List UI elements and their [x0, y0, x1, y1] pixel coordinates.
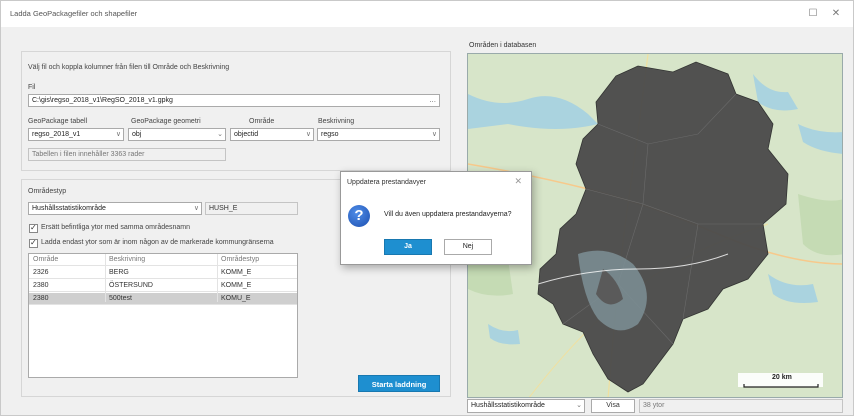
chevron-down-icon: ⌄ — [217, 131, 223, 138]
cell-omrade: 2326 — [33, 269, 49, 276]
column-divider — [105, 254, 106, 302]
header-beskrivning[interactable]: Beskrivning — [109, 256, 145, 263]
beskrivning-value: regso — [321, 131, 339, 138]
chevron-down-icon: ⌄ — [576, 402, 582, 409]
cell-omradestyp: KOMM_E — [221, 269, 252, 276]
window-title: Ladda GeoPackagefiler och shapefiler — [10, 9, 138, 18]
map-area-type-select[interactable]: Hushållsstatistikområde ⌄ — [467, 399, 585, 413]
chevron-down-icon: ∨ — [305, 131, 311, 138]
beskrivning-label: Beskrivning — [318, 118, 355, 125]
cell-omrade: 2380 — [33, 295, 49, 302]
replace-checkbox[interactable] — [29, 223, 38, 233]
omradestyp-code-text: HUSH_E — [209, 205, 238, 212]
omrade-label: Område — [249, 118, 275, 125]
replace-label: Ersätt befintliga ytor med samma områdes… — [41, 224, 191, 231]
browse-button[interactable]: ... — [429, 95, 436, 104]
cell-beskrivning: BERG — [109, 269, 129, 276]
chevron-down-icon: ∨ — [431, 131, 437, 138]
gpkg-geometry-select[interactable]: obj ⌄ — [128, 128, 226, 141]
start-loading-button[interactable]: Starta laddning — [358, 375, 440, 392]
within-municipality-label: Ladda endast ytor som är inom någon av d… — [41, 239, 274, 246]
file-path-value: C:\gis\regso_2018_v1\RegSO_2018_v1.gpkg — [32, 97, 173, 104]
gpkg-geometry-label: GeoPackage geometri — [131, 118, 201, 125]
gpkg-table-value: regso_2018_v1 — [32, 131, 81, 138]
cell-omradestyp: KOMM_E — [221, 282, 252, 289]
update-dialog: Uppdatera prestandavyer ✕ ? Vill du även… — [340, 171, 532, 265]
no-button[interactable]: Nej — [444, 239, 492, 255]
chevron-down-icon: ∨ — [193, 205, 199, 212]
cell-beskrivning: ÖSTERSUND — [109, 282, 153, 289]
show-button-label: Visa — [606, 402, 620, 409]
header-omradestyp[interactable]: Områdestyp — [221, 256, 259, 263]
dialog-title: Uppdatera prestandavyer — [347, 179, 426, 186]
cell-omrade: 2380 — [33, 282, 49, 289]
omrade-select[interactable]: objectid ∨ — [230, 128, 314, 141]
dialog-message: Vill du även uppdatera prestandavyerna? — [384, 211, 512, 218]
within-municipality-checkbox[interactable] — [29, 238, 38, 248]
main-window: Ladda GeoPackagefiler och shapefiler ☐ ✕… — [0, 0, 854, 416]
gpkg-table-label: GeoPackage tabell — [28, 118, 88, 125]
gpkg-geometry-value: obj — [132, 131, 142, 138]
title-bar: Ladda GeoPackagefiler och shapefiler ☐ ✕ — [1, 1, 853, 27]
header-omrade[interactable]: Område — [33, 256, 58, 263]
rows-info: Tabellen i filen innehåller 3363 rader — [28, 148, 226, 161]
chevron-down-icon: ∨ — [115, 131, 121, 138]
close-icon[interactable]: ✕ — [514, 176, 522, 187]
omradestyp-select[interactable]: Hushållsstatistikområde ∨ — [28, 202, 202, 215]
beskrivning-select[interactable]: regso ∨ — [317, 128, 440, 141]
cell-beskrivning: 500test — [109, 295, 132, 302]
table-header: Område Beskrivning Områdestyp — [29, 254, 297, 266]
map-title: Områden i databasen — [469, 42, 537, 49]
table-row[interactable]: 2326 BERG KOMM_E — [29, 267, 297, 279]
omradestyp-code: HUSH_E — [205, 202, 298, 215]
column-divider — [217, 254, 218, 302]
show-button[interactable]: Visa — [591, 399, 635, 413]
count-field: 38 ytor — [639, 399, 843, 413]
gpkg-table-select[interactable]: regso_2018_v1 ∨ — [28, 128, 124, 141]
omradestyp-label: Områdestyp — [28, 188, 67, 195]
file-path-input[interactable]: C:\gis\regso_2018_v1\RegSO_2018_v1.gpkg … — [28, 94, 440, 107]
close-button[interactable]: ✕ — [829, 7, 843, 21]
file-label: Fil — [28, 84, 36, 91]
omrade-value: objectid — [234, 131, 259, 138]
cell-omradestyp: KOMU_E — [221, 295, 251, 302]
area-table[interactable]: Område Beskrivning Områdestyp 2326 BERG … — [28, 253, 298, 378]
rows-info-text: Tabellen i filen innehåller 3363 rader — [32, 151, 145, 158]
table-row[interactable]: 2380 ÖSTERSUND KOMM_E — [29, 280, 297, 292]
map-area-type-value: Hushållsstatistikområde — [471, 402, 545, 409]
yes-button[interactable]: Ja — [384, 239, 432, 255]
count-text: 38 ytor — [643, 402, 665, 409]
omradestyp-value: Hushållsstatistikområde — [32, 205, 106, 212]
instruction-text: Välj fil och koppla kolumner från filen … — [28, 64, 230, 71]
maximize-button[interactable]: ☐ — [806, 7, 820, 21]
scale-label: 20 km — [772, 374, 792, 381]
question-icon: ? — [348, 205, 370, 227]
table-row-selected[interactable]: 2380 500test KOMU_E — [29, 293, 297, 305]
